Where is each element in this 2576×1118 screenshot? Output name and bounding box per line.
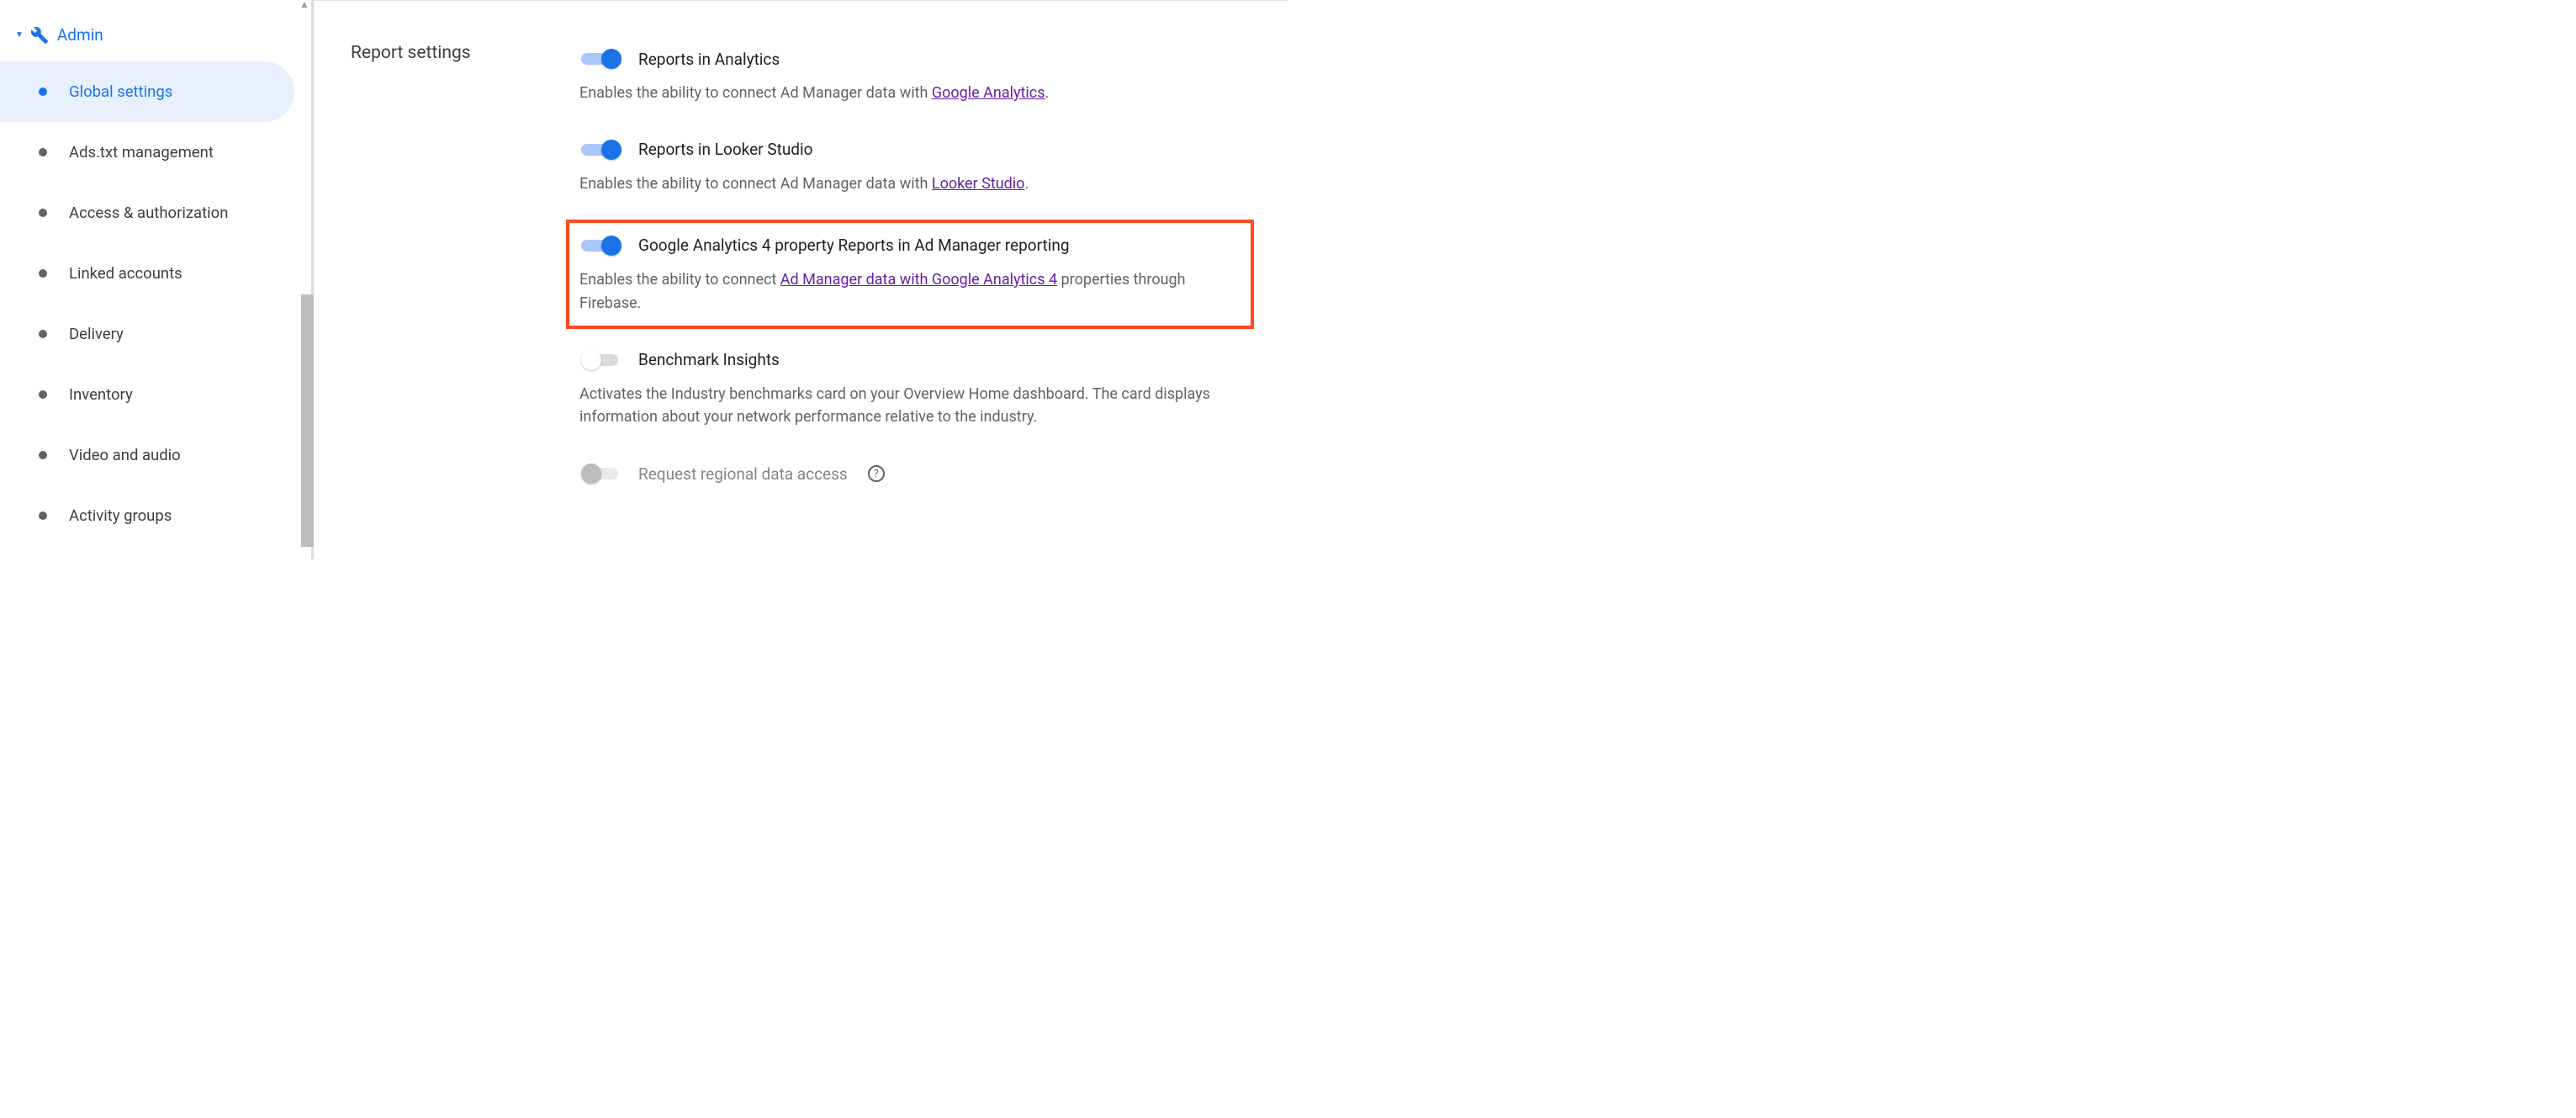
setting-title: Reports in Looker Studio [638,140,812,159]
looker-studio-link[interactable]: Looker Studio [932,175,1025,193]
sidebar-item-linked-accounts[interactable]: Linked accounts [0,243,311,304]
setting-description: Enables the ability to connect Ad Manage… [579,82,1263,105]
setting-title: Reports in Analytics [638,50,780,69]
wrench-icon [30,26,49,45]
bullet-icon [39,330,47,338]
setting-header: Request regional data access ? [579,461,1263,486]
setting-description: Enables the ability to connect Ad Manage… [579,268,1237,315]
setting-benchmark-insights: Benchmark Insights Activates the Industr… [579,336,1263,450]
toggle-thumb [581,464,601,484]
sidebar-item-global-settings[interactable]: Global settings [0,61,294,122]
bullet-icon [39,511,47,520]
setting-reports-analytics: Reports in Analytics Enables the ability… [579,34,1263,125]
setting-header: Benchmark Insights [579,347,1263,373]
toggle-ga4-reports[interactable] [579,233,623,258]
setting-header: Google Analytics 4 property Reports in A… [579,233,1237,258]
sidebar-admin-header[interactable]: ▼ Admin [0,8,311,61]
toggle-thumb [581,350,601,370]
setting-header: Reports in Looker Studio [579,137,1263,162]
sidebar-item-access-authorization[interactable]: Access & authorization [0,183,311,243]
toggle-thumb [601,49,622,69]
sidebar-item-label: Linked accounts [69,264,182,283]
highlighted-setting-box: Google Analytics 4 property Reports in A… [566,220,1254,329]
sidebar-item-label: Ads.txt management [69,143,214,162]
toggle-thumb [601,140,622,160]
sidebar-item-inventory[interactable]: Inventory [0,364,311,425]
section-title: Report settings [351,34,579,63]
sidebar-item-label: Global settings [69,82,172,101]
app-root: ▲ ▼ Admin Global settings Ads.txt manage… [0,0,1288,559]
sidebar-item-label: Access & authorization [69,204,228,222]
sidebar-item-ads-txt[interactable]: Ads.txt management [0,122,311,183]
setting-regional-data: Request regional data access ? [579,449,1263,506]
bullet-icon [39,209,47,217]
ga4-link[interactable]: Ad Manager data with Google Analytics 4 [780,271,1057,289]
bullet-icon [39,269,47,278]
setting-description: Enables the ability to connect Ad Manage… [579,172,1263,196]
main-content: Report settings Reports in Analytics Ena… [314,0,1288,559]
settings-column: Reports in Analytics Enables the ability… [579,34,1263,506]
setting-reports-looker: Reports in Looker Studio Enables the abi… [579,125,1263,216]
sidebar-nav-list: Global settings Ads.txt management Acces… [0,61,311,546]
bullet-icon [39,451,47,459]
sidebar-item-delivery[interactable]: Delivery [0,304,311,364]
setting-header: Reports in Analytics [579,46,1263,72]
report-settings-section: Report settings Reports in Analytics Ena… [351,34,1263,506]
bullet-icon [39,148,47,156]
sidebar-item-label: Video and audio [69,446,181,464]
sidebar-item-video-audio[interactable]: Video and audio [0,425,311,485]
toggle-benchmark-insights[interactable] [579,347,623,373]
toggle-reports-looker[interactable] [579,137,623,162]
toggle-thumb [601,236,622,256]
collapse-caret-icon[interactable]: ▲ [299,0,309,10]
sidebar-item-activity-groups[interactable]: Activity groups [0,485,311,546]
setting-description: Activates the Industry benchmarks card o… [579,383,1263,430]
setting-title: Benchmark Insights [638,350,780,369]
toggle-regional-data[interactable] [579,461,623,486]
setting-ga4-reports: Google Analytics 4 property Reports in A… [579,233,1237,315]
sidebar: ▲ ▼ Admin Global settings Ads.txt manage… [0,0,311,559]
bullet-icon [39,87,47,96]
sidebar-item-label: Activity groups [69,506,172,525]
google-analytics-link[interactable]: Google Analytics [932,84,1045,102]
help-icon[interactable]: ? [868,465,885,482]
sidebar-item-label: Delivery [69,325,124,343]
admin-label: Admin [57,25,103,45]
bullet-icon [39,390,47,399]
toggle-reports-analytics[interactable] [579,46,623,72]
setting-title: Request regional data access [638,464,848,484]
chevron-down-icon: ▼ [15,30,24,40]
scrollbar-thumb[interactable] [301,294,314,547]
setting-title: Google Analytics 4 property Reports in A… [638,236,1070,255]
sidebar-item-label: Inventory [69,385,133,404]
